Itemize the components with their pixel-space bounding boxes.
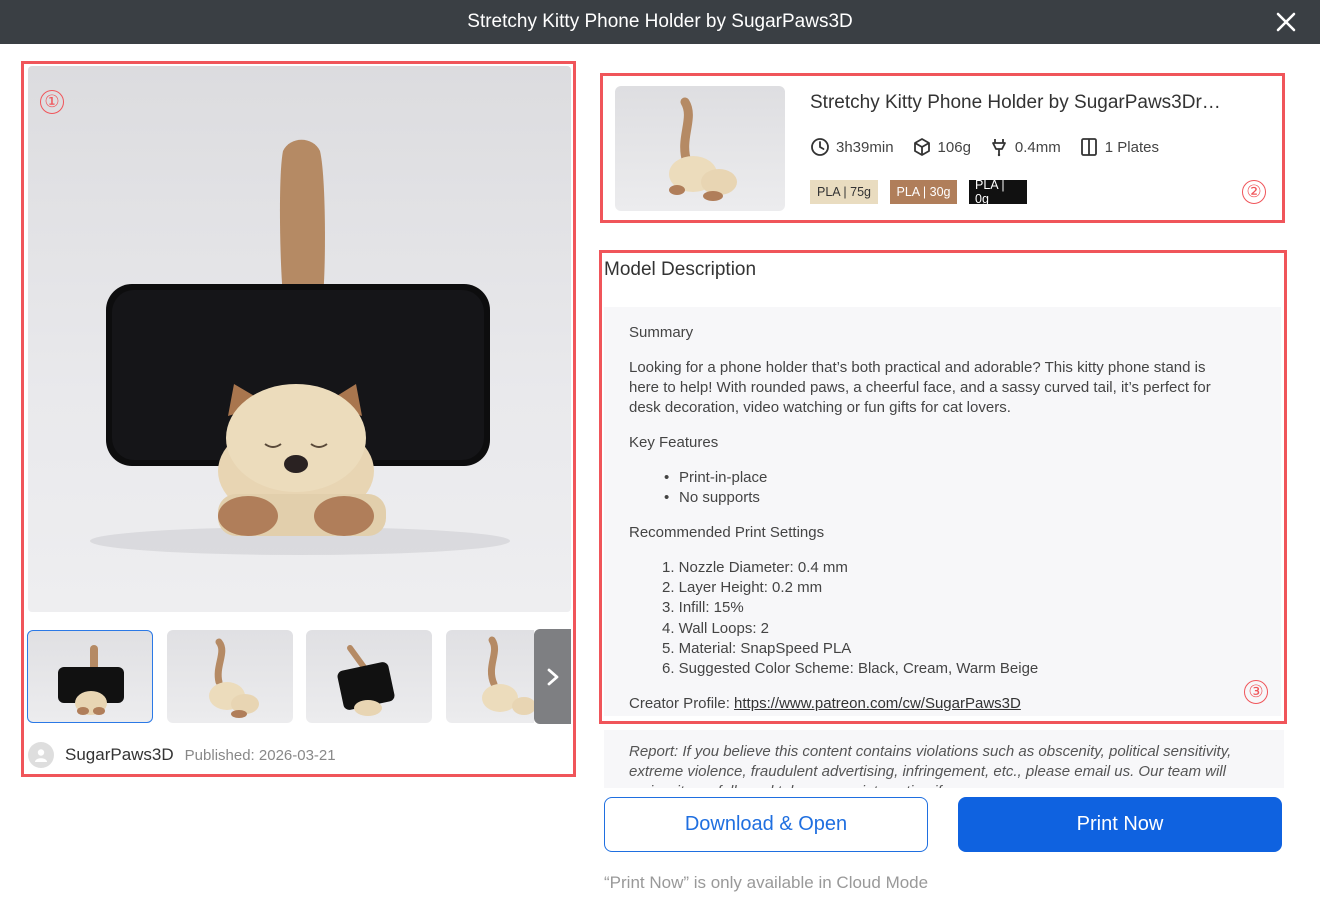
title-bar: Stretchy Kitty Phone Holder by SugarPaws… bbox=[0, 0, 1320, 44]
annotation-number-3: ③ bbox=[1244, 680, 1268, 704]
report-panel: Report: If you believe this content cont… bbox=[604, 730, 1284, 788]
close-icon bbox=[1276, 12, 1296, 32]
annotation-number-1: ① bbox=[40, 90, 64, 114]
report-text: Report: If you believe this content cont… bbox=[629, 743, 1232, 788]
cloud-mode-note: “Print Now” is only available in Cloud M… bbox=[604, 873, 929, 892]
print-now-button[interactable]: Print Now bbox=[958, 797, 1282, 852]
download-open-button[interactable]: Download & Open bbox=[604, 797, 928, 852]
annotation-number-2: ② bbox=[1242, 180, 1266, 204]
annotation-box-2 bbox=[600, 73, 1285, 223]
window-title: Stretchy Kitty Phone Holder by SugarPaws… bbox=[467, 11, 853, 32]
close-button[interactable] bbox=[1272, 8, 1300, 36]
annotation-box-3 bbox=[599, 250, 1287, 724]
annotation-box-1 bbox=[21, 61, 576, 777]
